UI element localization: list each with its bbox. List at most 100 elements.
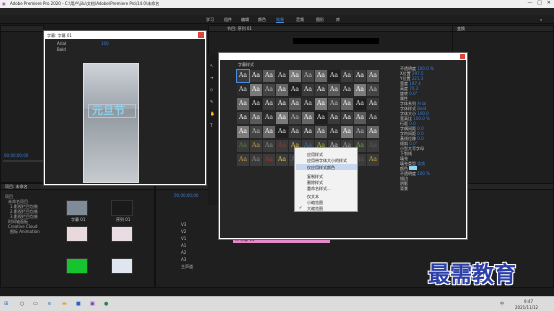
style-swatch[interactable]: Aa [341,126,353,138]
close-button[interactable]: ✕ [547,0,551,6]
style-swatch[interactable]: Aa [276,140,288,152]
style-swatch[interactable]: Aa [263,126,275,138]
track-a1[interactable]: A1 [181,243,193,250]
style-swatch[interactable]: Aa [367,154,379,166]
style-swatch[interactable]: Aa [367,70,379,82]
folder-icon[interactable]: ▬ [62,301,67,307]
style-swatch[interactable]: Aa [315,84,327,96]
search-icon[interactable]: ○ [20,301,24,307]
workspace-tab-audio[interactable]: 音频 [296,17,304,22]
thumb-cartoon-1[interactable] [66,226,88,242]
source-timecode[interactable]: 00;00;00;00 [4,153,28,158]
maximize-button[interactable]: □ [537,0,542,6]
style-swatch[interactable]: Aa [237,98,249,110]
thumb-cartoon-2[interactable] [111,226,133,242]
style-swatch[interactable]: Aa [237,140,249,152]
menu-item-apply-style[interactable]: 应用样式 [307,152,323,157]
hand-tool-icon[interactable]: ✋ [210,111,215,116]
style-swatch[interactable]: Aa [341,98,353,110]
start-icon[interactable]: ⊞ [4,301,8,307]
style-swatch[interactable]: Aa [328,70,340,82]
style-swatch[interactable]: Aa [250,70,262,82]
tray-date[interactable]: 2021/11/12 [515,305,538,310]
track-v1[interactable]: V1 [181,236,193,243]
style-swatch[interactable]: Aa [276,70,288,82]
thumb-green[interactable] [66,258,88,274]
workspace-tab-assembly[interactable]: 组件 [224,17,232,22]
ime-indicator[interactable]: 中 [500,301,504,306]
style-swatch[interactable]: Aa [250,140,262,152]
style-swatch[interactable]: Aa [263,112,275,124]
program-tab[interactable]: 节目: 序列 01 [227,26,252,31]
font-size-field[interactable]: 100 [101,41,109,46]
style-swatch[interactable]: Aa [276,112,288,124]
style-swatch[interactable]: Aa [354,112,366,124]
style-swatch[interactable]: Aa [328,98,340,110]
style-swatch[interactable]: Aa [354,70,366,82]
track-a3[interactable]: A3 [181,257,193,264]
style-swatch[interactable]: Aa [250,126,262,138]
style-swatch[interactable]: Aa [250,98,262,110]
task-view-icon[interactable]: ▭ [33,301,38,307]
style-swatch[interactable]: Aa [367,140,379,152]
style-swatch[interactable]: Aa [250,112,262,124]
menu-item-small-thumbs[interactable]: 小缩览图 [307,200,323,205]
track-v3[interactable]: V3 [181,222,193,229]
style-swatch[interactable]: Aa [289,84,301,96]
style-swatch[interactable]: Aa [367,84,379,96]
workspace-tab-editing[interactable]: 编辑 [241,17,249,22]
style-swatch[interactable]: Aa [302,70,314,82]
style-swatch[interactable]: Aa [263,154,275,166]
workspace-tab-graphics[interactable]: 图形 [316,17,324,22]
thumb-title[interactable] [66,200,88,216]
tray-time[interactable]: 9:47 [524,299,533,304]
style-swatch[interactable]: Aa [237,84,249,96]
type-tool-icon[interactable]: T [210,123,212,128]
style-swatch[interactable]: Aa [341,112,353,124]
track-v2[interactable]: V2 [181,229,193,236]
timeline-timecode[interactable]: 00;00;00;00 [174,193,198,198]
style-swatch[interactable]: Aa [237,112,249,124]
style-swatch[interactable]: Aa [354,126,366,138]
style-swatch[interactable]: Aa [328,126,340,138]
style-swatch[interactable]: Aa [367,126,379,138]
track-select-tool-icon[interactable]: ⇥ [210,75,213,80]
style-swatch[interactable]: Aa [289,126,301,138]
wechat-icon[interactable]: ● [104,301,108,307]
style-swatch[interactable]: Aa [250,154,262,166]
menu-item-text-only[interactable]: 仅文本 [307,194,319,199]
style-swatch[interactable]: Aa [354,84,366,96]
menu-item-apply-style-with-size[interactable]: 应用带字体大小的样式 [307,158,347,163]
style-swatch[interactable]: Aa [315,126,327,138]
style-swatch[interactable]: Aa [302,84,314,96]
title-artboard[interactable]: 元旦节 [83,63,139,183]
style-swatch[interactable]: Aa [263,140,275,152]
tree-item[interactable]: 图标 Animation [5,229,40,234]
menu-item-large-thumbs[interactable]: 大缩览图 [307,206,323,211]
style-swatch[interactable]: Aa [276,126,288,138]
workspace-tab-learn[interactable]: 学习 [206,17,214,22]
styles-dialog-close-icon[interactable] [460,54,465,59]
style-swatch[interactable]: Aa [263,84,275,96]
style-swatch[interactable]: Aa [328,84,340,96]
menu-item-duplicate-style[interactable]: 复制样式 [307,174,323,179]
font-family-field[interactable]: Arial [57,41,66,46]
search-icon[interactable]: ⌕ [540,17,542,22]
style-swatch[interactable]: Aa [276,98,288,110]
source-scrubber[interactable] [3,160,43,162]
menu-item-delete-style[interactable]: 删除样式 [307,180,323,185]
premiere-taskbar-icon[interactable]: ▣ [90,301,95,307]
selection-tool-icon[interactable]: ↖ [210,63,213,68]
pen-tool-icon[interactable]: ✎ [210,99,213,104]
style-swatch[interactable]: Aa [237,154,249,166]
thumb-cartoon-3[interactable] [111,258,133,274]
style-swatch[interactable]: Aa [276,154,288,166]
style-swatch[interactable]: Aa [289,98,301,110]
style-swatch[interactable]: Aa [263,98,275,110]
minimize-button[interactable]: — [528,0,533,6]
font-style-field[interactable]: Bold [57,47,66,52]
track-a2[interactable]: A2 [181,250,193,257]
style-swatch[interactable]: Aa [289,112,301,124]
edge-icon[interactable]: e [48,301,51,307]
store-icon[interactable]: ■ [76,301,81,307]
